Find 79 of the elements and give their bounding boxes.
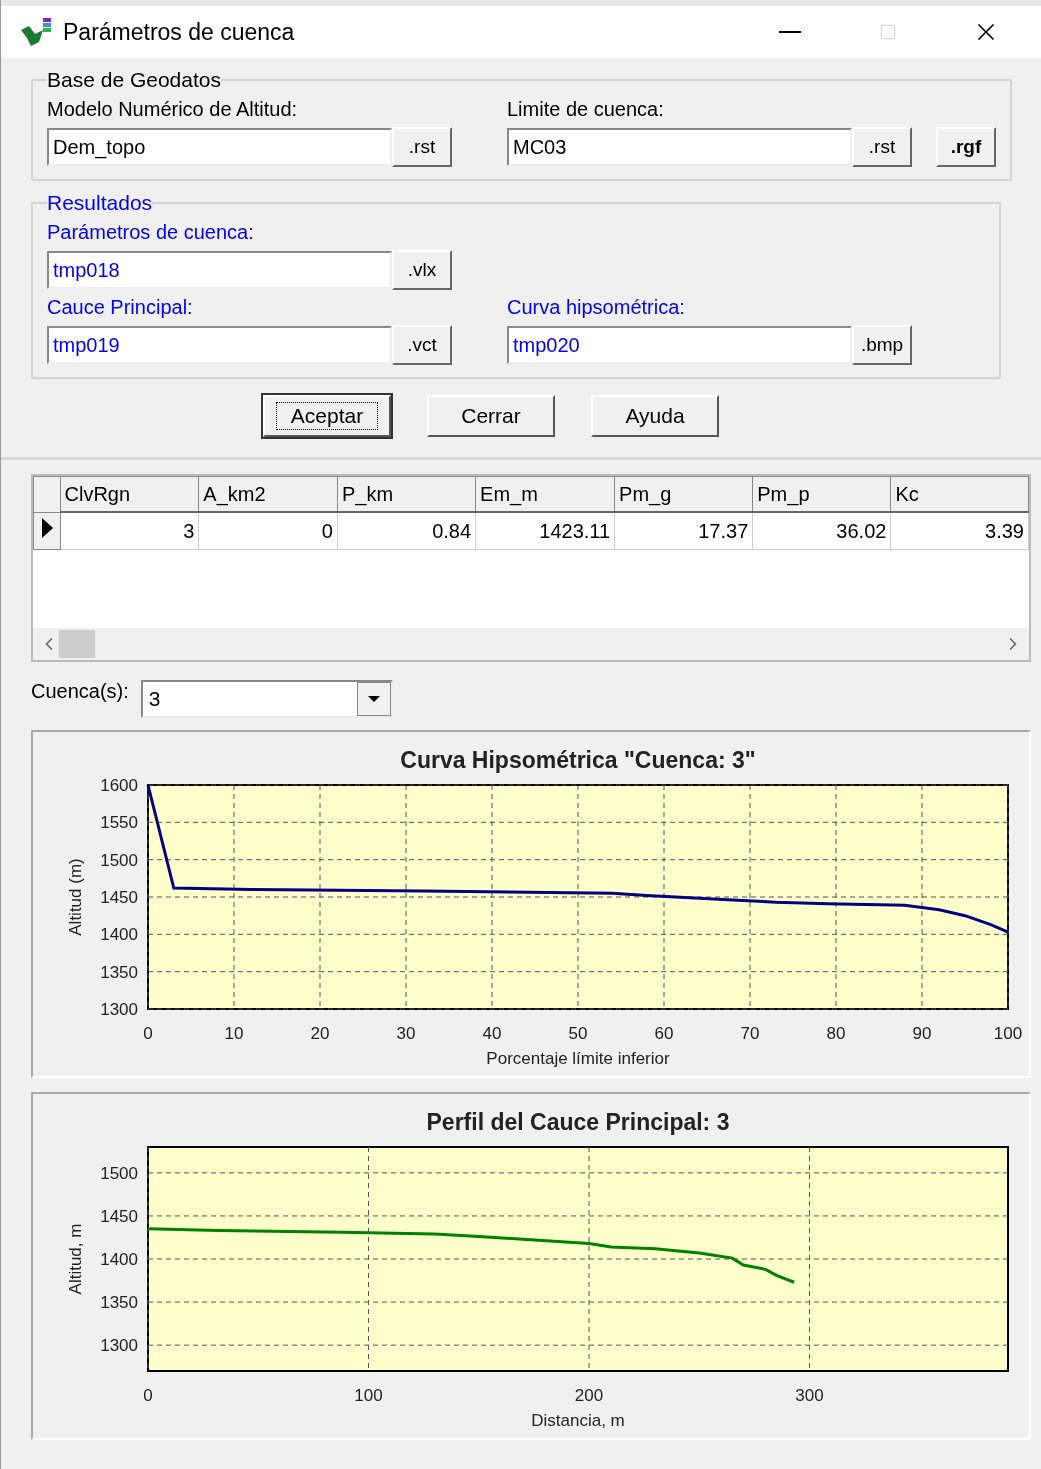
dialog-button[interactable]: Aceptar [263, 395, 391, 437]
group-title: Resultados [47, 191, 153, 215]
tick-label: 30 [396, 1024, 416, 1043]
extension-button[interactable]: .vct [392, 325, 452, 365]
dialog-button[interactable]: Cerrar [427, 395, 555, 437]
field-label: Modelo Numérico de Altitud: [47, 98, 298, 121]
tick-label: 10 [224, 1024, 244, 1043]
tick-label: 0 [143, 1024, 153, 1043]
input-field[interactable]: tmp020 [507, 326, 852, 364]
group-title: Base de Geodatos [47, 68, 221, 92]
column-header[interactable]: Kc [890, 476, 1029, 512]
tick-label: 1400 [100, 925, 138, 945]
tick-label: 1450 [100, 888, 138, 907]
table-cell: 0 [198, 512, 338, 550]
basin-dropdown[interactable]: 3 [140, 680, 393, 718]
axis-label: Porcentaje límite inferior [486, 1049, 670, 1068]
tick-label: 20 [310, 1024, 330, 1043]
field-label: Cauce Principal: [47, 296, 193, 319]
axis-label: Distancia, m [531, 1411, 625, 1430]
field-label: Limite de cuenca: [507, 98, 664, 121]
column-header[interactable]: Pm_g [614, 476, 753, 512]
column-header[interactable]: Pm_p [752, 476, 891, 512]
tick-label: 300 [795, 1386, 824, 1405]
extension-button[interactable]: .bmp [852, 325, 912, 365]
tick-label: 90 [912, 1024, 932, 1043]
column-header[interactable]: A_km2 [198, 476, 338, 512]
field-label: Parámetros de cuenca: [47, 221, 254, 244]
table-cell: 17.37 [614, 512, 753, 550]
row-header[interactable] [33, 512, 60, 550]
tick-label: 1550 [100, 813, 138, 833]
input-field[interactable]: tmp018 [47, 251, 392, 289]
tick-label: 100 [354, 1386, 383, 1405]
field-label: Curva hipsométrica: [507, 296, 685, 319]
input-field[interactable]: MC03 [507, 128, 852, 166]
minimize-icon [779, 31, 801, 33]
tick-label: 1350 [100, 1293, 138, 1313]
tick-label: 1450 [100, 1206, 138, 1226]
maximize-icon [879, 23, 897, 41]
dialog-button[interactable]: Ayuda [591, 395, 719, 437]
current-row-icon [39, 517, 54, 540]
column-header[interactable]: ClvRgn [60, 476, 199, 512]
tick-label: 40 [482, 1024, 502, 1043]
tick-label: 200 [574, 1386, 604, 1405]
scrollbar-thumb[interactable] [59, 630, 95, 658]
table-cell: 36.02 [752, 512, 891, 550]
field-label: Cuenca(s): [31, 680, 129, 703]
table-cell: 1423.11 [475, 512, 615, 550]
extension-button[interactable]: .vlx [392, 250, 452, 290]
table-cell: 3 [60, 512, 199, 550]
tick-label: 50 [568, 1024, 588, 1043]
chart-title: Perfil del Cauce Principal: 3 [426, 1109, 730, 1135]
column-header[interactable]: P_km [337, 476, 476, 512]
tick-label: 1500 [100, 850, 138, 870]
row-header [33, 476, 60, 512]
input-field[interactable]: Dem_topo [47, 128, 392, 166]
window-title: Parámetros de cuenca [63, 18, 296, 46]
tick-label: 60 [654, 1024, 674, 1043]
tick-label: 100 [993, 1024, 1023, 1043]
tick-label: 70 [740, 1024, 760, 1043]
tick-label: 1500 [100, 1163, 138, 1183]
dropdown-arrow-icon [366, 695, 381, 703]
table-cell: 3.39 [890, 512, 1029, 550]
tick-label: 1600 [100, 776, 138, 795]
extension-button[interactable]: .rst [852, 127, 912, 167]
tick-label: 1400 [100, 1250, 138, 1269]
tick-label: 1300 [100, 1000, 138, 1019]
chart-title: Curva Hipsométrica "Cuenca: 3" [400, 747, 756, 773]
table-cell: 0.84 [337, 512, 476, 550]
input-field[interactable]: tmp019 [47, 326, 392, 364]
horizontal-scrollbar[interactable] [33, 628, 1029, 660]
tick-label: 80 [826, 1024, 846, 1043]
tick-label: 1300 [100, 1336, 138, 1356]
tick-label: 0 [143, 1386, 153, 1405]
extension-button[interactable]: .rgf [936, 127, 996, 167]
axis-label: Altitud (m) [66, 858, 85, 936]
axis-label: Altitud, m [66, 1223, 85, 1295]
tick-label: 1350 [100, 962, 138, 982]
column-header[interactable]: Em_m [475, 476, 615, 512]
extension-button[interactable]: .rst [392, 127, 452, 167]
